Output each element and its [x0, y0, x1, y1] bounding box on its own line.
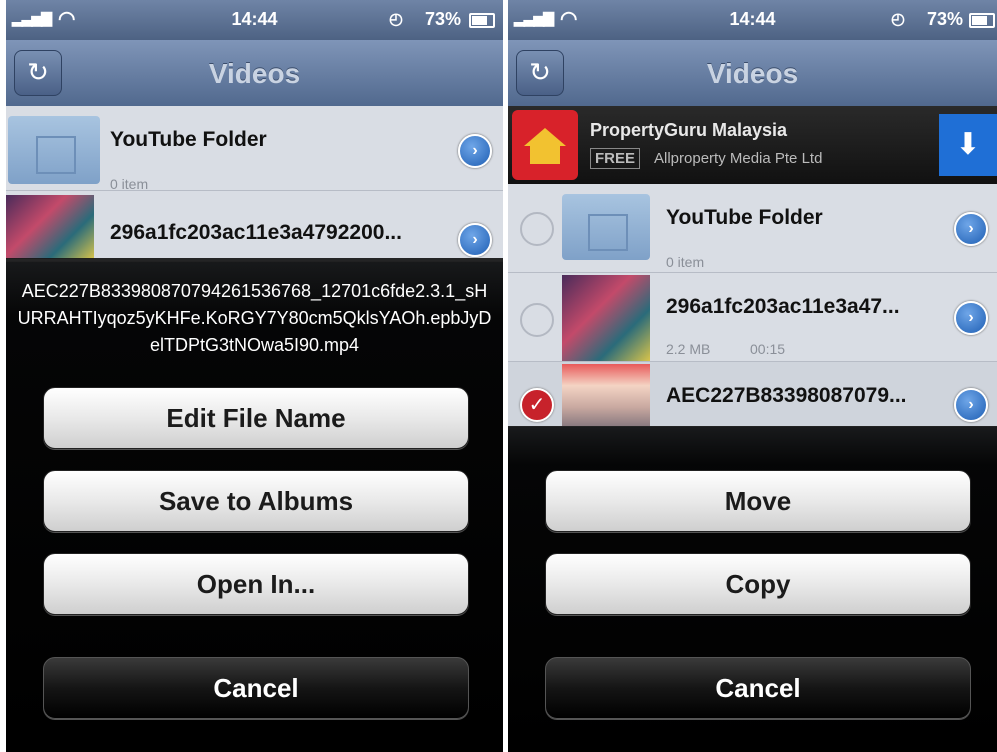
battery-icon [469, 13, 495, 28]
download-button[interactable]: ⬇ [939, 114, 997, 176]
folder-icon [562, 194, 650, 260]
list-item[interactable]: YouTube Folder 0 item › [508, 184, 997, 273]
open-in-button[interactable]: Open In... [43, 553, 469, 615]
item-name: 296a1fc203ac11e3a4792200... [110, 221, 402, 244]
file-size: 2.2 MB [666, 341, 711, 357]
ad-publisher: Allproperty Media Pte Ltd [654, 150, 823, 167]
video-duration: 00:15 [750, 341, 786, 357]
nav-bar: ↻ Videos [6, 40, 503, 107]
video-thumbnail [6, 195, 94, 259]
item-name: YouTube Folder [110, 128, 267, 151]
item-count: 0 item [666, 254, 705, 270]
item-count: 0 item [110, 176, 149, 192]
video-thumbnail [562, 364, 650, 426]
item-name: AEC227B83398087079... [666, 384, 907, 407]
copy-button[interactable]: Copy [545, 553, 971, 615]
app-logo [512, 110, 578, 180]
action-sheet: AEC227B833980870794261536768_12701c6fde2… [6, 258, 503, 752]
save-to-albums-button[interactable]: Save to Albums [43, 470, 469, 532]
file-name-label: AEC227B833980870794261536768_12701c6fde2… [17, 281, 492, 355]
status-time: 14:44 [729, 9, 776, 29]
page-title: Videos [208, 58, 301, 89]
list-item[interactable]: 296a1fc203ac11e3a4792200... › [6, 191, 503, 262]
chevron-right-icon[interactable]: › [954, 212, 988, 246]
edit-file-name-button[interactable]: Edit File Name [43, 387, 469, 449]
list-item[interactable]: YouTube Folder 0 item › [6, 106, 503, 192]
checkmark-icon[interactable]: ✓ [520, 388, 554, 422]
list-item[interactable]: 296a1fc203ac11e3a47... 2.2 MB 00:15 › [508, 273, 997, 362]
video-thumbnail [562, 275, 650, 361]
cancel-button[interactable]: Cancel [43, 657, 469, 719]
item-name: 296a1fc203ac11e3a47... [666, 295, 900, 318]
select-radio[interactable] [520, 303, 554, 337]
clock-icon: ◴ [891, 11, 905, 28]
battery-percent: 73% [424, 9, 461, 29]
status-bar: ▂▃▅▇ ◠ 14:44 ◴ 73% [508, 0, 997, 40]
chevron-right-icon[interactable]: › [458, 223, 492, 257]
folder-icon [8, 116, 100, 184]
chevron-right-icon[interactable]: › [458, 134, 492, 168]
ad-title: PropertyGuru Malaysia [590, 120, 788, 140]
left-screen: ▂▃▅▇ ◠ 14:44 ◴ 73% ↻ Videos YouTube Fold… [6, 0, 503, 752]
item-name: YouTube Folder [666, 206, 823, 229]
battery-percent: 73% [926, 9, 963, 29]
ad-banner[interactable]: PropertyGuru Malaysia FREE Allproperty M… [508, 106, 997, 184]
nav-bar: ↻ Videos [508, 40, 997, 107]
page-title: Videos [706, 58, 799, 89]
free-badge: FREE [590, 148, 641, 169]
status-bar: ▂▃▅▇ ◠ 14:44 ◴ 73% [6, 0, 503, 40]
cancel-button[interactable]: Cancel [545, 657, 971, 719]
battery-icon [969, 13, 995, 28]
move-button[interactable]: Move [545, 470, 971, 532]
chevron-right-icon[interactable]: › [954, 301, 988, 335]
action-sheet: Move Copy Cancel [508, 426, 997, 752]
right-screen: ▂▃▅▇ ◠ 14:44 ◴ 73% ↻ Videos PropertyGuru… [508, 0, 997, 752]
chevron-right-icon[interactable]: › [954, 388, 988, 422]
clock-icon: ◴ [389, 11, 403, 28]
list-item[interactable]: ✓ AEC227B83398087079... › [508, 362, 997, 427]
download-arrow-icon: ⬇ [955, 128, 981, 161]
select-radio[interactable] [520, 212, 554, 246]
